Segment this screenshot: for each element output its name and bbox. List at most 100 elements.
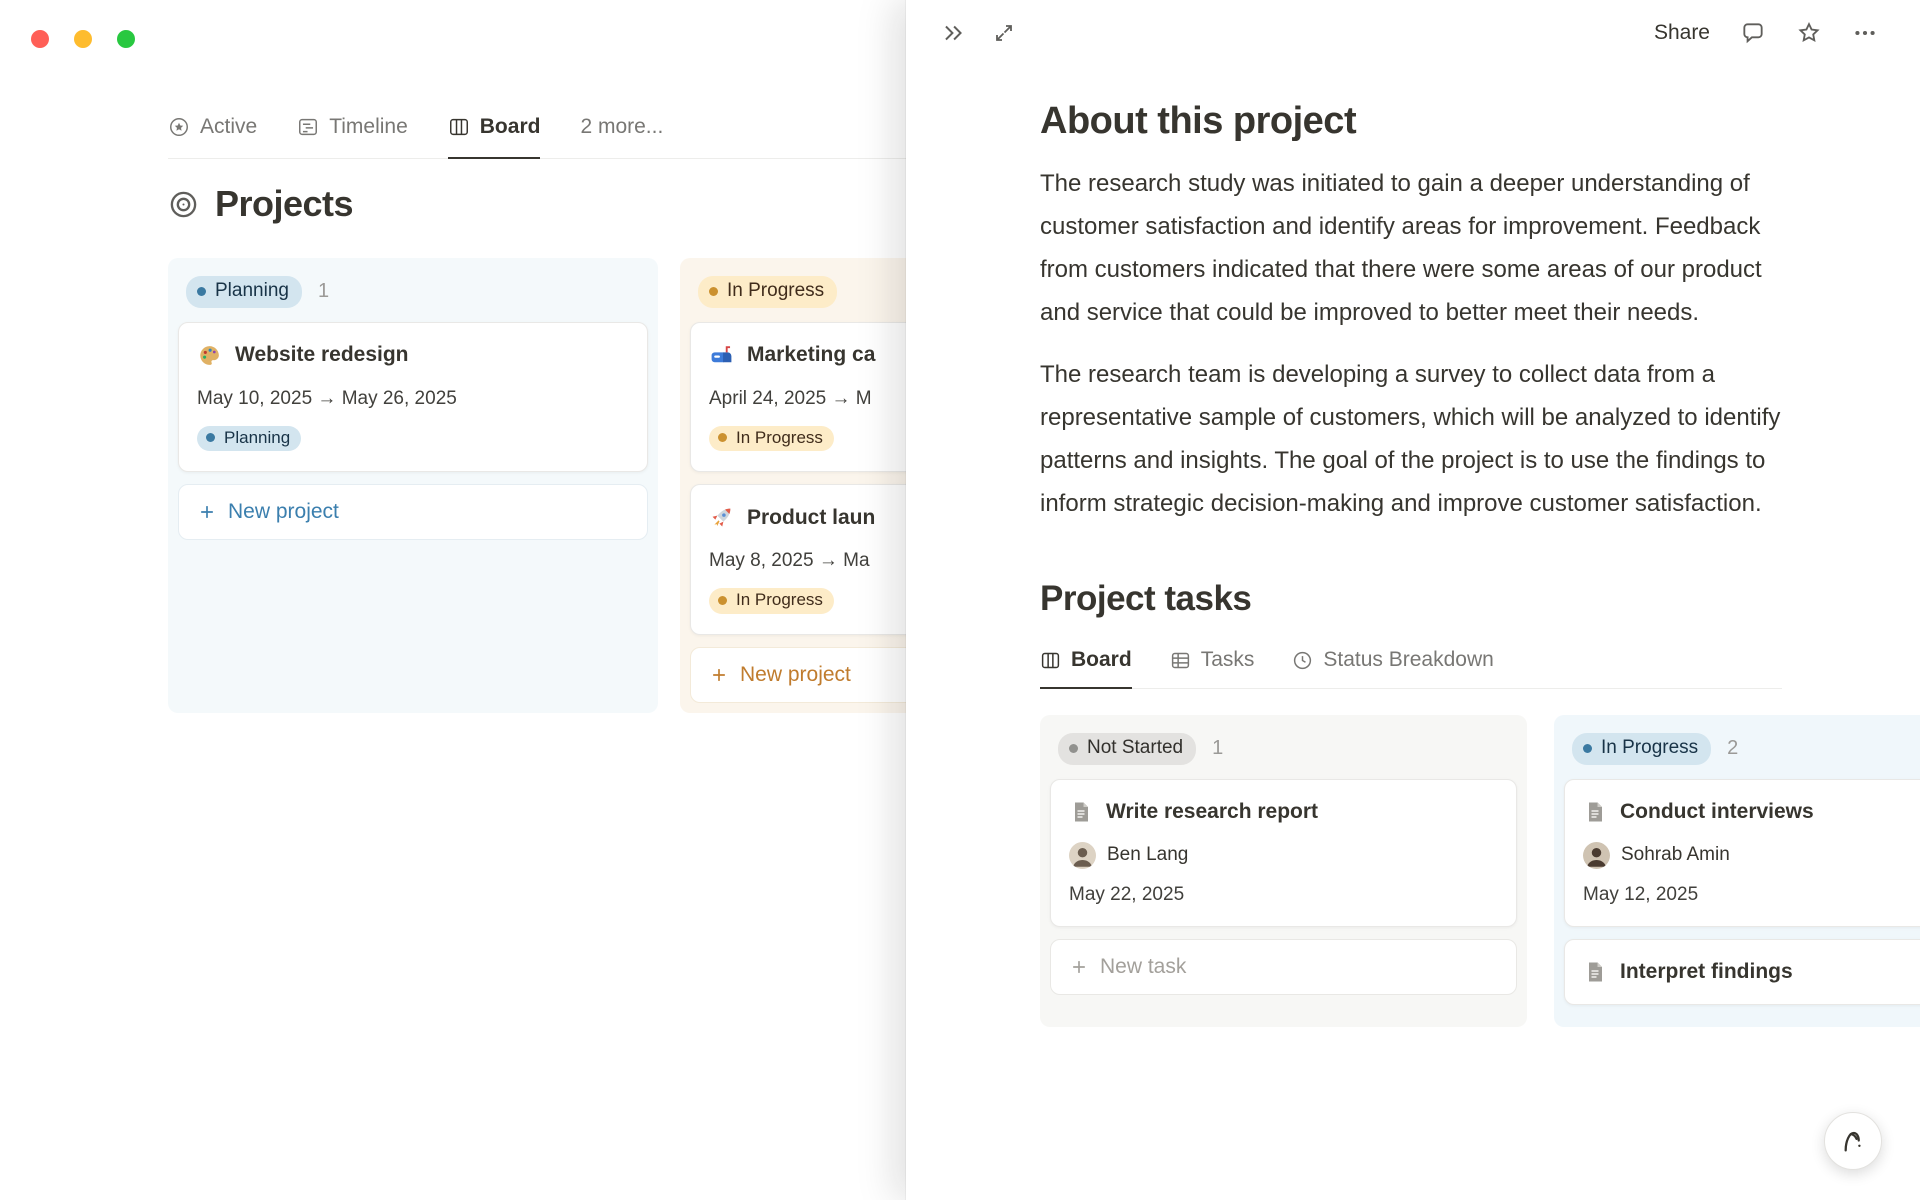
tab-board-view[interactable]: Board	[447, 97, 541, 159]
comments-button[interactable]	[1740, 20, 1766, 46]
status-dot	[206, 433, 215, 443]
column-header: Not Started 1	[1050, 725, 1517, 779]
column-header: Planning 1	[178, 268, 648, 322]
more-options-button[interactable]	[1852, 20, 1878, 46]
plus-icon	[197, 502, 217, 522]
assignee-avatar	[1583, 841, 1610, 869]
tab-tasks-table[interactable]: Tasks	[1170, 633, 1254, 689]
notion-ai-face-icon	[1837, 1125, 1869, 1157]
status-pill-planning[interactable]: Planning	[186, 276, 302, 308]
assignee-avatar	[1069, 841, 1096, 869]
tab-active-view[interactable]: Active	[168, 97, 257, 159]
status-dot	[1583, 743, 1592, 753]
status-label: Planning	[215, 280, 289, 301]
plus-icon	[709, 665, 729, 685]
status-pill-in-progress[interactable]: In Progress	[1572, 733, 1712, 765]
status-dot	[718, 433, 727, 443]
share-button[interactable]: Share	[1654, 21, 1710, 45]
tab-tasks-board[interactable]: Board	[1040, 633, 1132, 689]
tab-label: Status Breakdown	[1323, 648, 1494, 671]
card-title: Website redesign	[235, 343, 409, 367]
new-task-label: New task	[1100, 954, 1187, 978]
status-label: In Progress	[1601, 737, 1699, 758]
document-icon	[1583, 800, 1607, 824]
board-column-planning: Planning 1 Website redesign May 10, 2025…	[168, 258, 658, 713]
tab-label: Timeline	[329, 115, 408, 138]
task-column-not-started: Not Started 1 Write research report Ben …	[1040, 715, 1527, 1027]
card-status-tag: In Progress	[709, 425, 834, 452]
status-label: Planning	[224, 427, 291, 447]
task-card-write-research-report[interactable]: Write research report Ben Lang May 22, 2…	[1050, 778, 1517, 927]
timeline-icon	[297, 116, 319, 138]
card-dates: May 10, 2025 → May 26, 2025	[197, 387, 457, 409]
page-title-row: Projects	[168, 183, 354, 225]
task-card-conduct-interviews[interactable]: Conduct interviews Sohrab Amin May 12, 2…	[1564, 778, 1920, 927]
tasks-board: Not Started 1 Write research report Ben …	[1040, 715, 1920, 1027]
zoom-window-button[interactable]	[117, 30, 135, 48]
new-project-button[interactable]: New project	[178, 484, 648, 541]
tab-status-breakdown[interactable]: Status Breakdown	[1292, 633, 1494, 689]
column-count: 1	[317, 280, 330, 303]
tasks-heading: Project tasks	[1040, 579, 1252, 618]
board-icon	[448, 116, 470, 138]
table-icon	[1170, 650, 1191, 671]
comment-bubble-icon	[1740, 20, 1766, 46]
column-count: 1	[1212, 737, 1224, 760]
window-controls	[31, 30, 135, 48]
close-window-button[interactable]	[31, 30, 49, 48]
favorite-button[interactable]	[1796, 20, 1822, 46]
card-title: Conduct interviews	[1620, 799, 1814, 823]
tab-label: Board	[479, 115, 541, 138]
about-paragraph-1[interactable]: The research study was initiated to gain…	[1040, 162, 1782, 334]
expand-diagonal-icon	[992, 21, 1016, 45]
mailbox-icon	[709, 343, 734, 368]
about-paragraph-2[interactable]: The research team is developing a survey…	[1040, 353, 1782, 525]
project-card-website-redesign[interactable]: Website redesign May 10, 2025 → May 26, …	[178, 321, 648, 473]
status-label: In Progress	[736, 590, 823, 610]
tab-label: 2 more...	[580, 115, 664, 138]
tab-timeline-view[interactable]: Timeline	[297, 97, 408, 159]
star-icon	[1796, 20, 1822, 46]
status-dot	[197, 286, 206, 296]
clock-icon	[1292, 650, 1313, 671]
new-task-button[interactable]: New task	[1050, 938, 1517, 995]
ellipsis-icon	[1852, 20, 1878, 46]
status-label: Not Started	[1087, 737, 1184, 758]
double-chevron-right-icon	[940, 20, 966, 46]
task-card-interpret-findings[interactable]: Interpret findings	[1564, 938, 1920, 1005]
ai-assistant-button[interactable]	[1824, 1112, 1882, 1170]
task-date: May 22, 2025	[1069, 883, 1185, 905]
status-pill-not-started[interactable]: Not Started	[1058, 733, 1197, 765]
card-status-tag: In Progress	[709, 588, 834, 614]
status-dot	[1069, 743, 1078, 753]
board-icon	[1040, 650, 1061, 671]
document-icon	[1069, 800, 1093, 824]
card-title: Interpret findings	[1620, 959, 1793, 983]
card-status-tag: Planning	[197, 425, 302, 452]
page-title: Projects	[215, 183, 354, 224]
peek-toolbar: Share	[906, 0, 1920, 66]
card-title: Product laun	[747, 505, 876, 529]
assignee-name: Sohrab Amin	[1621, 844, 1730, 866]
status-pill-in-progress[interactable]: In Progress	[698, 276, 838, 308]
status-label: In Progress	[736, 427, 823, 447]
minimize-window-button[interactable]	[74, 30, 92, 48]
close-peek-button[interactable]	[940, 20, 966, 46]
peek-content: About this project The research study wa…	[1040, 100, 1920, 1027]
tab-more-views[interactable]: 2 more...	[580, 97, 663, 159]
about-heading: About this project	[1040, 100, 1357, 142]
expand-page-button[interactable]	[992, 21, 1016, 45]
view-tabs: Active Timeline Board 2 more...	[168, 97, 906, 159]
new-project-label: New project	[228, 500, 339, 524]
tab-label: Board	[1071, 648, 1132, 671]
task-date: May 12, 2025	[1583, 883, 1699, 905]
column-header: In Progress 2	[1564, 725, 1920, 779]
target-icon	[168, 189, 199, 220]
task-column-in-progress: In Progress 2 Conduct interviews Sohrab …	[1554, 715, 1920, 1027]
app-window: Active Timeline Board 2 more... Projects	[0, 0, 1920, 1200]
assignee-name: Ben Lang	[1107, 844, 1189, 866]
new-project-label: New project	[740, 662, 851, 686]
palette-icon	[197, 343, 222, 368]
plus-icon	[1069, 957, 1089, 977]
rocket-icon	[709, 505, 734, 530]
